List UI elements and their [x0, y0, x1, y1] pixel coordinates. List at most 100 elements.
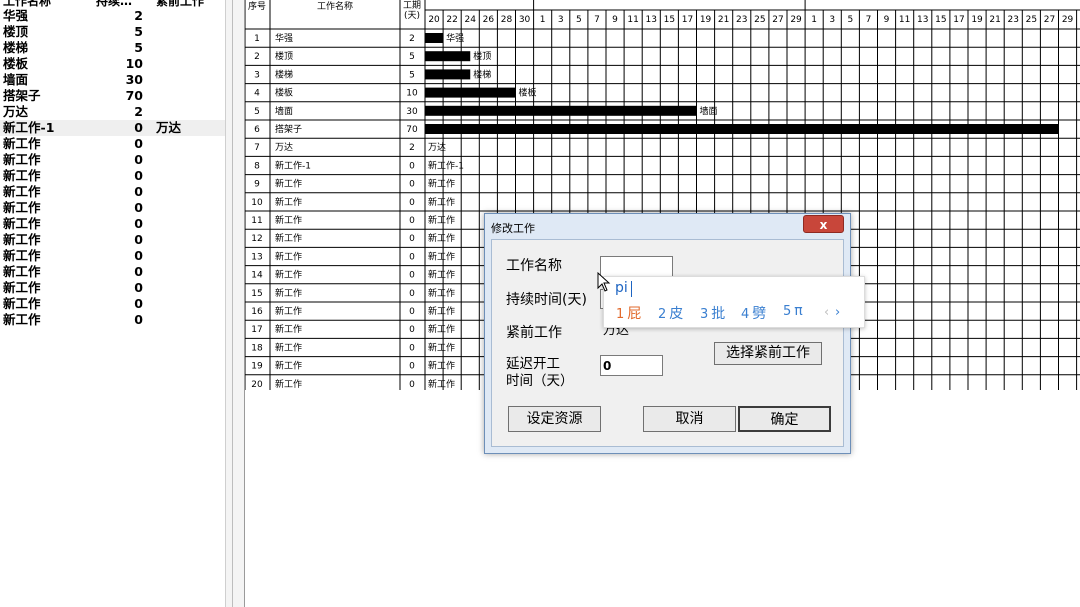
- ime-next-page-icon[interactable]: ›: [835, 305, 840, 320]
- task-list-row[interactable]: 搭架子 70: [0, 88, 225, 104]
- task-duration: 0: [134, 168, 143, 183]
- gantt-bar-label: 华强: [446, 32, 464, 44]
- ime-candidate-text: 屁: [627, 306, 642, 322]
- ime-caret: [631, 281, 632, 297]
- day-label: 25: [754, 15, 765, 25]
- row-index: 13: [251, 252, 262, 262]
- row-index: 12: [251, 234, 262, 244]
- task-list-row[interactable]: 新工作 0: [0, 184, 225, 200]
- gantt-bar-label: 新工作: [428, 287, 455, 299]
- dialog-body: 工作名称 持续时间(天) 0 紧前工作 万达 延迟开工 时间（天） 0 选择紧前…: [491, 239, 844, 447]
- task-name: 华强: [3, 8, 29, 23]
- task-name: 新工作: [3, 280, 41, 295]
- row-index: 11: [251, 216, 262, 226]
- task-list-row[interactable]: 华强 2: [0, 8, 225, 24]
- gantt-bar[interactable]: [425, 69, 471, 80]
- task-list-row[interactable]: 新工作 0: [0, 296, 225, 312]
- gantt-bar[interactable]: [425, 87, 516, 98]
- header-duration-top: 工期: [403, 0, 421, 11]
- row-duration: 5: [409, 52, 415, 62]
- close-button[interactable]: x: [803, 215, 844, 233]
- ime-candidate-text: 皮: [669, 306, 684, 322]
- ime-candidate-text: 批: [711, 306, 726, 322]
- day-label: 28: [501, 15, 513, 25]
- row-duration: 0: [409, 271, 415, 281]
- ok-button[interactable]: 确定: [738, 406, 831, 432]
- cancel-button[interactable]: 取消: [643, 406, 736, 432]
- header-task-name: 工作名称: [317, 0, 353, 12]
- task-list-row[interactable]: 墙面 30: [0, 72, 225, 88]
- ime-candidate[interactable]: 5π: [783, 303, 803, 319]
- ime-candidate[interactable]: 4劈: [741, 303, 766, 323]
- row-index: 15: [251, 289, 262, 299]
- row-task-name: 华强: [275, 32, 293, 44]
- row-task-name: 新工作: [275, 214, 302, 226]
- ime-candidate[interactable]: 3批: [700, 303, 725, 323]
- task-list-row[interactable]: 新工作 0: [0, 136, 225, 152]
- gantt-bar[interactable]: [425, 105, 697, 116]
- delay-input[interactable]: 0: [600, 355, 663, 376]
- header-index: 序号: [248, 0, 266, 12]
- task-duration: 2: [134, 104, 143, 119]
- row-index: 18: [251, 343, 263, 353]
- gantt-bar[interactable]: [425, 33, 444, 43]
- task-duration: 0: [134, 280, 143, 295]
- row-index: 4: [254, 89, 260, 99]
- task-list-row[interactable]: 新工作 0: [0, 216, 225, 232]
- day-label: 24: [465, 15, 477, 25]
- edit-task-dialog: 修改工作 x 工作名称 持续时间(天) 0 紧前工作 万达 延迟开工 时间（天）…: [484, 213, 851, 454]
- day-label: 3: [829, 15, 835, 25]
- task-name: 新工作: [3, 232, 41, 247]
- set-resource-button[interactable]: 设定资源: [508, 406, 601, 432]
- gantt-bar[interactable]: [425, 124, 1059, 134]
- task-list-row[interactable]: 新工作 0: [0, 152, 225, 168]
- day-label: 17: [682, 15, 693, 25]
- day-label: 15: [664, 15, 675, 25]
- task-list-row[interactable]: 楼顶 5: [0, 24, 225, 40]
- gantt-bar-label: 新工作: [428, 214, 455, 226]
- task-name: 新工作: [3, 200, 41, 215]
- ime-candidate-number: 2: [658, 307, 667, 322]
- task-duration: 0: [134, 152, 143, 167]
- task-list-row[interactable]: 新工作 0: [0, 280, 225, 296]
- task-duration: 0: [134, 216, 143, 231]
- row-duration: 2: [409, 143, 415, 153]
- task-list-row[interactable]: 新工作 0: [0, 232, 225, 248]
- task-list-row[interactable]: 楼梯 5: [0, 40, 225, 56]
- task-list-row[interactable]: 万达 2: [0, 104, 225, 120]
- ime-candidate[interactable]: 1屁: [616, 303, 641, 323]
- gantt-bar-label: 楼顶: [473, 50, 491, 62]
- row-task-name: 新工作: [275, 360, 302, 372]
- day-label: 7: [866, 15, 872, 25]
- task-list-row[interactable]: 新工作-1 0 万达: [0, 120, 225, 136]
- row-index: 17: [251, 325, 262, 335]
- task-list-row[interactable]: 楼板 10: [0, 56, 225, 72]
- row-task-name: 搭架子: [275, 123, 302, 135]
- row-task-name: 新工作: [275, 287, 302, 299]
- day-label: 9: [612, 15, 618, 25]
- gantt-bar-label: 新工作: [428, 360, 455, 372]
- task-list-row[interactable]: 新工作 0: [0, 168, 225, 184]
- ime-prev-page-icon[interactable]: ‹: [824, 305, 829, 320]
- task-list-row[interactable]: 新工作 0: [0, 264, 225, 280]
- row-index: 2: [254, 52, 260, 62]
- task-list-row[interactable]: 新工作 0: [0, 200, 225, 216]
- task-list-row[interactable]: 新工作 0: [0, 312, 225, 328]
- day-label: 7: [594, 15, 600, 25]
- row-index: 20: [251, 380, 263, 390]
- gantt-bar[interactable]: [425, 51, 471, 62]
- task-name: 搭架子: [3, 88, 41, 103]
- task-list-row[interactable]: 新工作 0: [0, 248, 225, 264]
- day-label: 21: [718, 15, 729, 25]
- pane-splitter[interactable]: [225, 0, 245, 607]
- task-duration: 0: [134, 184, 143, 199]
- ime-candidate[interactable]: 2皮: [658, 303, 683, 323]
- row-task-name: 新工作: [275, 232, 302, 244]
- task-name: 新工作: [3, 296, 41, 311]
- select-predecessor-button[interactable]: 选择紧前工作: [714, 342, 822, 365]
- row-index: 3: [254, 70, 260, 80]
- row-duration: 0: [409, 234, 415, 244]
- duration-label: 持续时间(天): [506, 292, 587, 308]
- row-task-name: 楼梯: [275, 68, 293, 80]
- day-label: 5: [576, 15, 582, 25]
